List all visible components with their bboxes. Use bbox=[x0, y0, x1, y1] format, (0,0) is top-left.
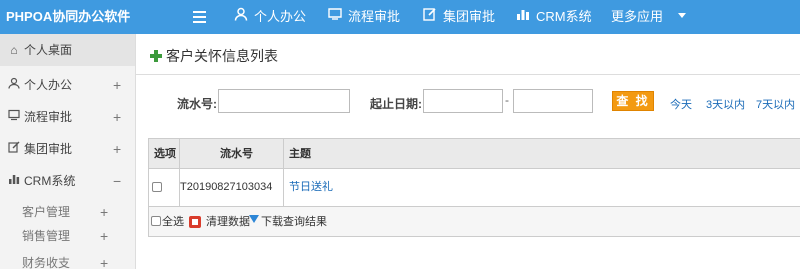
serial-label: 流水号: bbox=[177, 97, 217, 111]
sidebar-subitem-label: 销售管理 bbox=[22, 229, 71, 243]
divider bbox=[283, 169, 284, 206]
sidebar: ⌂ 个人桌面 个人办公 + 流程审批 + 集团审批 + CRM系统 − 客户管理… bbox=[0, 34, 136, 271]
expand-icon[interactable]: + bbox=[113, 69, 121, 101]
topnav-item-more-apps[interactable]: 更多应用 bbox=[611, 0, 663, 34]
quick-link-today[interactable]: 今天 bbox=[670, 96, 692, 112]
menu-toggle-icon[interactable] bbox=[193, 11, 206, 23]
quick-link-3days[interactable]: 3天以内 bbox=[706, 96, 745, 112]
clear-data-icon bbox=[189, 216, 201, 228]
workflow-icon bbox=[328, 0, 342, 34]
table-header: 选项 流水号 主题 bbox=[148, 138, 800, 169]
sidebar-item-label: 集团审批 bbox=[24, 142, 73, 156]
topnav-label: 个人办公 bbox=[254, 9, 307, 24]
edit-icon bbox=[7, 133, 21, 165]
home-icon: ⌂ bbox=[10, 43, 18, 57]
app-title: PHPOA协同办公软件 bbox=[6, 9, 131, 24]
divider bbox=[179, 139, 180, 169]
bar-chart-icon bbox=[7, 165, 21, 197]
column-header-serial: 流水号 bbox=[220, 148, 253, 160]
serial-input[interactable] bbox=[218, 89, 350, 113]
user-icon bbox=[234, 0, 248, 34]
date-from-input[interactable] bbox=[423, 89, 503, 113]
divider bbox=[283, 139, 284, 169]
row-serial: T20190827103034 bbox=[180, 181, 273, 193]
topnav-label: 更多应用 bbox=[611, 9, 664, 24]
sidebar-subitem-finance[interactable]: 财务收支 + bbox=[22, 250, 132, 276]
page-title: 客户关怀信息列表 bbox=[150, 46, 278, 66]
sidebar-item-personal-office[interactable]: 个人办公 + bbox=[0, 69, 135, 101]
sidebar-item-label: 个人桌面 bbox=[24, 43, 73, 57]
sidebar-subitem-sales-management[interactable]: 销售管理 + bbox=[22, 223, 132, 249]
topnav-label: 流程审批 bbox=[348, 9, 401, 24]
workflow-icon bbox=[7, 101, 21, 133]
top-navigation-bar: PHPOA协同办公软件 个人办公 流程审批 集团审批 CRM系统 更多应用 bbox=[0, 0, 800, 34]
sidebar-subitem-customer-management[interactable]: 客户管理 + bbox=[22, 199, 132, 225]
topnav-item-crm[interactable]: CRM系统 bbox=[516, 0, 592, 34]
topnav-item-group-approval[interactable]: 集团审批 bbox=[423, 0, 495, 34]
collapse-icon[interactable]: − bbox=[113, 165, 121, 197]
date-to-input[interactable] bbox=[513, 89, 593, 113]
column-header-subject: 主题 bbox=[289, 148, 311, 160]
bar-chart-icon bbox=[516, 0, 530, 34]
topnav-label: 集团审批 bbox=[443, 9, 496, 24]
row-subject-link[interactable]: 节日送礼 bbox=[289, 169, 333, 206]
topnav-label: CRM系统 bbox=[536, 9, 592, 24]
sidebar-item-label: 个人办公 bbox=[24, 78, 73, 92]
expand-icon[interactable]: + bbox=[113, 101, 121, 133]
download-icon bbox=[249, 215, 259, 223]
table-row[interactable]: T20190827103034 节日送礼 bbox=[148, 169, 800, 207]
sidebar-item-group-approval[interactable]: 集团审批 + bbox=[0, 133, 135, 165]
column-header-option: 选项 bbox=[154, 148, 176, 160]
topnav-item-personal-office[interactable]: 个人办公 bbox=[234, 0, 306, 34]
expand-icon[interactable]: + bbox=[100, 199, 108, 225]
table-footer: 全选 清理数据 下载查询结果 bbox=[148, 207, 800, 237]
add-icon bbox=[150, 50, 162, 62]
download-results-link[interactable]: 下载查询结果 bbox=[261, 207, 327, 237]
quick-link-7days[interactable]: 7天以内 bbox=[756, 96, 795, 112]
clear-data-link[interactable]: 清理数据 bbox=[206, 207, 250, 237]
sidebar-item-crm[interactable]: CRM系统 − bbox=[0, 165, 135, 197]
sidebar-item-label: CRM系统 bbox=[24, 174, 76, 188]
date-separator: - bbox=[505, 93, 509, 107]
chevron-down-icon[interactable] bbox=[678, 13, 686, 18]
select-all-checkbox[interactable] bbox=[151, 216, 161, 226]
sidebar-item-desktop[interactable]: ⌂ 个人桌面 bbox=[0, 34, 135, 66]
row-checkbox[interactable] bbox=[152, 182, 162, 192]
sidebar-item-workflow[interactable]: 流程审批 + bbox=[0, 101, 135, 133]
expand-icon[interactable]: + bbox=[100, 223, 108, 249]
edit-icon bbox=[423, 0, 437, 34]
expand-icon[interactable]: + bbox=[100, 250, 108, 276]
sidebar-subitem-label: 客户管理 bbox=[22, 205, 71, 219]
date-range-label: 起止日期: bbox=[370, 97, 422, 111]
user-icon bbox=[7, 69, 21, 101]
sidebar-subitem-label: 财务收支 bbox=[22, 256, 71, 270]
topnav-item-workflow[interactable]: 流程审批 bbox=[328, 0, 400, 34]
expand-icon[interactable]: + bbox=[113, 133, 121, 165]
search-button[interactable]: 查 找 bbox=[612, 91, 654, 111]
select-all-label[interactable]: 全选 bbox=[162, 207, 184, 237]
divider bbox=[136, 74, 800, 75]
page-title-text: 客户关怀信息列表 bbox=[166, 48, 278, 64]
sidebar-item-label: 流程审批 bbox=[24, 110, 73, 124]
